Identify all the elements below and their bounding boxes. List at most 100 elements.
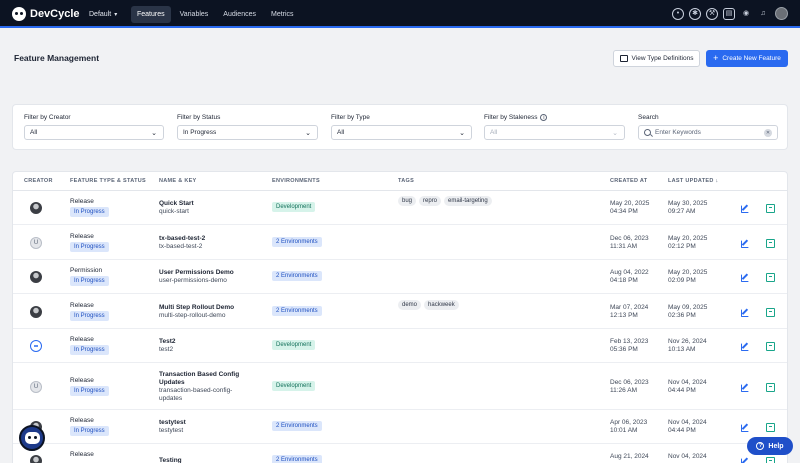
environment-badge[interactable]: Development bbox=[272, 202, 316, 212]
edit-icon[interactable] bbox=[741, 204, 750, 213]
nav-tab-variables[interactable]: Variables bbox=[174, 6, 215, 23]
tag-pill[interactable]: bug bbox=[398, 196, 417, 206]
chevron-down-icon: ▾ bbox=[114, 11, 118, 18]
edit-icon[interactable] bbox=[741, 342, 750, 351]
gear-icon[interactable]: ✱ bbox=[689, 7, 701, 20]
feature-name[interactable]: Test2 bbox=[159, 338, 254, 346]
updated-date: May 09, 2025 bbox=[668, 304, 708, 311]
header-name-key[interactable]: NAME & KEY bbox=[159, 178, 197, 184]
wrench-icon[interactable]: ⚒ bbox=[706, 7, 718, 20]
archive-icon[interactable] bbox=[766, 273, 775, 282]
environment-badge[interactable]: 2 Environments bbox=[272, 421, 322, 431]
feature-name[interactable]: User Permissions Demo bbox=[159, 269, 254, 277]
updated-time: 02:09 PM bbox=[668, 277, 696, 284]
feature-name[interactable]: tx-based-test-2 bbox=[159, 235, 254, 243]
environment-badge[interactable]: 2 Environments bbox=[272, 271, 322, 281]
created-date: Dec 06, 2023 bbox=[610, 379, 649, 386]
archive-icon[interactable] bbox=[766, 308, 775, 317]
nav-tab-audiences[interactable]: Audiences bbox=[217, 6, 262, 23]
info-icon[interactable]: i bbox=[540, 114, 548, 121]
table-row[interactable]: Release In Progress Test2 test2 Development F… bbox=[13, 329, 787, 363]
feature-type: Release bbox=[70, 233, 94, 240]
environment-badge[interactable]: Development bbox=[272, 340, 316, 350]
created-date: May 20, 2025 bbox=[610, 200, 650, 207]
create-new-feature-button[interactable]: + Create New Feature bbox=[706, 50, 788, 67]
updated-time: 04:44 PM bbox=[668, 387, 696, 394]
table-row[interactable]: U Release In Progress tx-based-test-2 tx-bas… bbox=[13, 225, 787, 260]
archive-icon[interactable] bbox=[766, 342, 775, 351]
page-title: Feature Management bbox=[14, 53, 100, 63]
tag-pill[interactable]: repro bbox=[419, 196, 442, 206]
archive-icon[interactable] bbox=[766, 423, 775, 432]
header-created-at[interactable]: CREATED AT bbox=[610, 178, 647, 184]
table-row[interactable]: Release In Progress Multi Step Rollout Dem… bbox=[13, 294, 787, 329]
project-selector[interactable]: Default ▾ bbox=[89, 11, 131, 18]
table-row[interactable]: Release In Progress Quick Start quick-start… bbox=[13, 191, 787, 225]
table-row[interactable]: Release In Progress testytest testytest 2 En… bbox=[13, 410, 787, 444]
project-name: Default bbox=[89, 10, 112, 18]
created-time: 05:36 PM bbox=[610, 346, 638, 353]
filter-staleness: Filter by Staleness i All ⌄ bbox=[484, 114, 625, 140]
clear-icon[interactable]: ✕ bbox=[764, 128, 772, 137]
header-last-updated[interactable]: LAST UPDATED ↓ bbox=[668, 178, 719, 184]
feature-name[interactable]: testytest bbox=[159, 419, 254, 427]
feature-name[interactable]: Quick Start bbox=[159, 200, 254, 208]
creator-avatar bbox=[30, 271, 42, 283]
environment-badge[interactable]: 2 Environments bbox=[272, 237, 322, 247]
feature-name[interactable]: Transaction Based Config Updates bbox=[159, 371, 254, 387]
brand-name: DevCycle bbox=[30, 8, 80, 20]
feature-key: multi-step-rollout-demo bbox=[159, 312, 226, 319]
nav-tab-features[interactable]: Features bbox=[131, 5, 171, 23]
created-time: 12:13 PM bbox=[610, 312, 638, 319]
filter-type-select[interactable]: All ⌄ bbox=[331, 125, 472, 140]
nav-tab-metrics[interactable]: Metrics bbox=[265, 6, 300, 23]
edit-icon[interactable] bbox=[741, 457, 750, 463]
archive-icon[interactable] bbox=[766, 239, 775, 248]
environment-badge[interactable]: Development bbox=[272, 381, 316, 391]
created-date: Feb 13, 2023 bbox=[610, 338, 649, 345]
filter-creator-select[interactable]: All ⌄ bbox=[24, 125, 164, 140]
tag-pill[interactable]: hackweek bbox=[424, 300, 459, 310]
updated-time: 09:27 AM bbox=[668, 208, 696, 215]
tag-pill[interactable]: email-targeting bbox=[444, 196, 492, 206]
table-row[interactable]: Permission In Progress User Permissions De… bbox=[13, 260, 787, 294]
feature-name[interactable]: Testing bbox=[159, 457, 254, 463]
header-creator[interactable]: CREATOR bbox=[24, 178, 53, 184]
search-input[interactable] bbox=[655, 129, 764, 136]
status-badge: In Progress bbox=[70, 426, 109, 436]
header-environments[interactable]: ENVIRONMENTS bbox=[272, 178, 320, 184]
help-button[interactable]: ? Help bbox=[747, 437, 793, 455]
assistant-bot-button[interactable] bbox=[19, 425, 45, 451]
archive-icon[interactable] bbox=[766, 383, 775, 392]
edit-icon[interactable] bbox=[741, 383, 750, 392]
book-icon[interactable]: ▤ bbox=[723, 7, 735, 20]
creator-avatar bbox=[30, 306, 42, 318]
target-icon[interactable]: • bbox=[672, 7, 684, 20]
filter-status-select[interactable]: In Progress ⌄ bbox=[177, 125, 318, 140]
search-icon bbox=[644, 129, 651, 136]
updated-date: May 30, 2025 bbox=[668, 200, 708, 207]
feature-name[interactable]: Multi Step Rollout Demo bbox=[159, 304, 254, 312]
filter-staleness-select[interactable]: All ⌄ bbox=[484, 125, 625, 140]
table-row[interactable]: U Release In Progress Transaction Based Con… bbox=[13, 363, 787, 410]
status-badge: In Progress bbox=[70, 345, 109, 355]
edit-icon[interactable] bbox=[741, 239, 750, 248]
bell-icon[interactable]: ♫ bbox=[757, 8, 769, 20]
archive-icon[interactable] bbox=[766, 457, 775, 463]
created-date: Aug 21, 2024 bbox=[610, 453, 649, 460]
filter-creator-value: All bbox=[30, 129, 38, 136]
environment-badge[interactable]: 2 Environments bbox=[272, 455, 322, 463]
user-avatar[interactable] bbox=[775, 7, 788, 20]
archive-icon[interactable] bbox=[766, 204, 775, 213]
tag-pill[interactable]: demo bbox=[398, 300, 422, 310]
environment-badge[interactable]: 2 Environments bbox=[272, 306, 322, 316]
header-type-status[interactable]: FEATURE TYPE & STATUS bbox=[70, 178, 146, 184]
header-tags[interactable]: TAGS bbox=[398, 178, 414, 184]
edit-icon[interactable] bbox=[741, 308, 750, 317]
view-type-definitions-button[interactable]: View Type Definitions bbox=[613, 50, 700, 67]
edit-icon[interactable] bbox=[741, 423, 750, 432]
discord-icon[interactable]: ◉ bbox=[740, 8, 752, 20]
brand-logo[interactable]: DevCycle bbox=[12, 7, 86, 21]
table-row[interactable]: Release Testing 2 Environments Aug 21, 2024… bbox=[13, 444, 787, 463]
edit-icon[interactable] bbox=[741, 273, 750, 282]
